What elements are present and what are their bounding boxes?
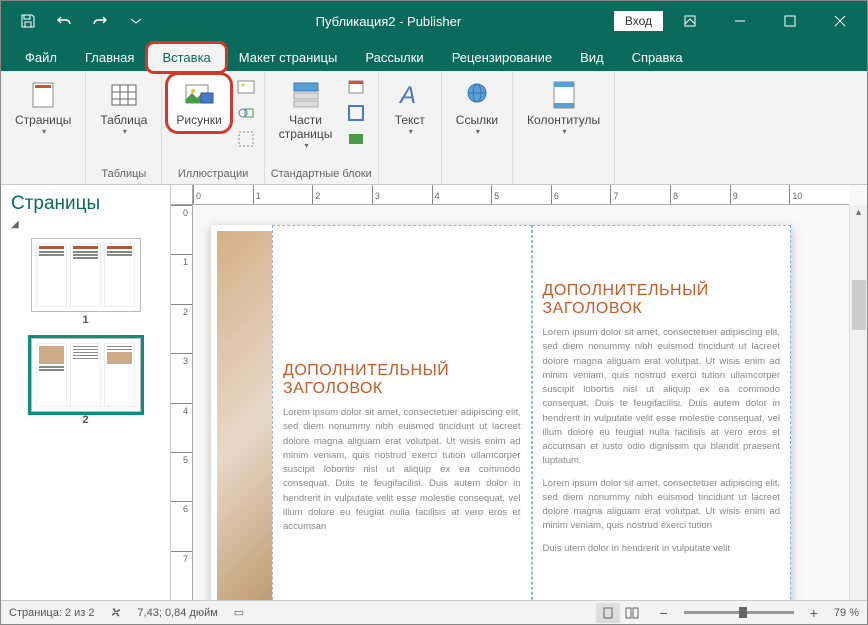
minimize-icon[interactable] xyxy=(717,6,763,36)
quick-access-toolbar xyxy=(1,6,163,36)
online-pictures-button[interactable] xyxy=(234,75,258,99)
ribbon: Страницы Таблица Таблицы Рисунки Иллюстр xyxy=(1,71,867,185)
tab-help[interactable]: Справка xyxy=(618,44,697,71)
tab-insert[interactable]: Вставка xyxy=(148,44,224,71)
group-tables: Таблица Таблицы xyxy=(86,71,162,184)
shapes-button[interactable] xyxy=(234,101,258,125)
vertical-scrollbar[interactable]: ▴ xyxy=(849,205,867,600)
tab-view[interactable]: Вид xyxy=(566,44,618,71)
undo-icon[interactable] xyxy=(49,6,79,36)
tab-mailings[interactable]: Рассылки xyxy=(351,44,437,71)
heading-1: ДОПОЛНИТЕЛЬНЫЙ ЗАГОЛОВОК xyxy=(283,362,521,398)
pages-panel-title: Страницы xyxy=(11,193,160,215)
ads-button[interactable] xyxy=(344,127,368,151)
links-button[interactable]: Ссылки xyxy=(448,75,506,140)
group-blocks: Части страницы Стандартные блоки xyxy=(265,71,379,184)
zoom-slider[interactable] xyxy=(684,611,794,614)
pages-button[interactable]: Страницы xyxy=(7,75,79,140)
zoom-level[interactable]: 79 % xyxy=(834,607,859,619)
group-headerfooter: Колонтитулы xyxy=(513,71,615,184)
vertical-ruler: 01234567 xyxy=(171,205,193,600)
ruler-corner xyxy=(171,185,193,205)
cursor-position: 7,43; 0,84 дюйм xyxy=(137,607,217,619)
title-bar: Публикация2 - Publisher Вход xyxy=(1,1,867,41)
tab-review[interactable]: Рецензирование xyxy=(438,44,566,71)
text-button[interactable]: A Текст xyxy=(385,75,435,140)
close-icon[interactable] xyxy=(817,6,863,36)
single-page-view-icon[interactable] xyxy=(596,603,620,623)
pages-panel: Страницы ◢ 1 2 xyxy=(1,185,171,600)
document-page[interactable]: ДОПОЛНИТЕЛЬНЫЙ ЗАГОЛОВОК Lorem ipsum dol… xyxy=(211,225,791,600)
calendar-button[interactable] xyxy=(344,75,368,99)
scrollbar-thumb[interactable] xyxy=(852,280,866,330)
view-buttons xyxy=(596,603,644,623)
status-bar: Страница: 2 из 2 ✛ 7,43; 0,84 дюйм ▭ − +… xyxy=(1,600,867,624)
page-parts-button[interactable]: Части страницы xyxy=(271,75,341,154)
sign-in-button[interactable]: Вход xyxy=(614,11,663,31)
tab-file[interactable]: Файл xyxy=(11,44,71,71)
pictures-button[interactable]: Рисунки xyxy=(168,75,229,131)
maximize-icon[interactable] xyxy=(767,6,813,36)
brochure-column-1[interactable]: ДОПОЛНИТЕЛЬНЫЙ ЗАГОЛОВОК Lorem ipsum dol… xyxy=(272,225,532,600)
scroll-up-icon[interactable]: ▴ xyxy=(850,205,867,220)
page-thumbnail-2[interactable] xyxy=(31,338,141,412)
save-icon[interactable] xyxy=(13,6,43,36)
canvas[interactable]: 012345678910 01234567 ▴ ДОПОЛНИТЕЛЬНЫЙ З… xyxy=(171,185,867,600)
heading-2: ДОПОЛНИТЕЛЬНЫЙ ЗАГОЛОВОК xyxy=(543,282,781,318)
page-indicator[interactable]: Страница: 2 из 2 xyxy=(9,607,95,619)
cursor-position-icon: ✛ xyxy=(107,603,125,622)
workspace: Страницы ◢ 1 2 01 xyxy=(1,185,867,600)
borders-button[interactable] xyxy=(344,101,368,125)
two-page-view-icon[interactable] xyxy=(620,603,644,623)
window-title: Публикация2 - Publisher xyxy=(163,14,614,29)
group-links: Ссылки xyxy=(442,71,513,184)
horizontal-ruler: 012345678910 xyxy=(193,185,849,205)
group-text: A Текст xyxy=(379,71,442,184)
group-illustrations: Рисунки Иллюстрации xyxy=(162,71,264,184)
brochure-column-2[interactable]: ДОПОЛНИТЕЛЬНЫЙ ЗАГОЛОВОК Lorem ipsum dol… xyxy=(532,225,792,600)
zoom-in-button[interactable]: + xyxy=(810,605,818,621)
group-pages: Страницы xyxy=(1,71,86,184)
collapse-icon[interactable]: ◢ xyxy=(11,219,160,230)
qat-customize-icon[interactable] xyxy=(121,6,151,36)
ribbon-tabs: Файл Главная Вставка Макет страницы Расс… xyxy=(1,41,867,71)
object-size-icon: ▭ xyxy=(234,606,244,619)
page-thumbnail-1[interactable] xyxy=(31,238,141,312)
tab-layout[interactable]: Макет страницы xyxy=(225,44,352,71)
table-button[interactable]: Таблица xyxy=(92,75,155,140)
brochure-image xyxy=(217,231,272,600)
tab-home[interactable]: Главная xyxy=(71,44,148,71)
placeholder-button[interactable] xyxy=(234,127,258,151)
headerfooter-button[interactable]: Колонтитулы xyxy=(519,75,608,140)
zoom-out-button[interactable]: − xyxy=(660,605,668,621)
redo-icon[interactable] xyxy=(85,6,115,36)
svg-text:A: A xyxy=(398,82,416,109)
ribbon-options-icon[interactable] xyxy=(667,6,713,36)
